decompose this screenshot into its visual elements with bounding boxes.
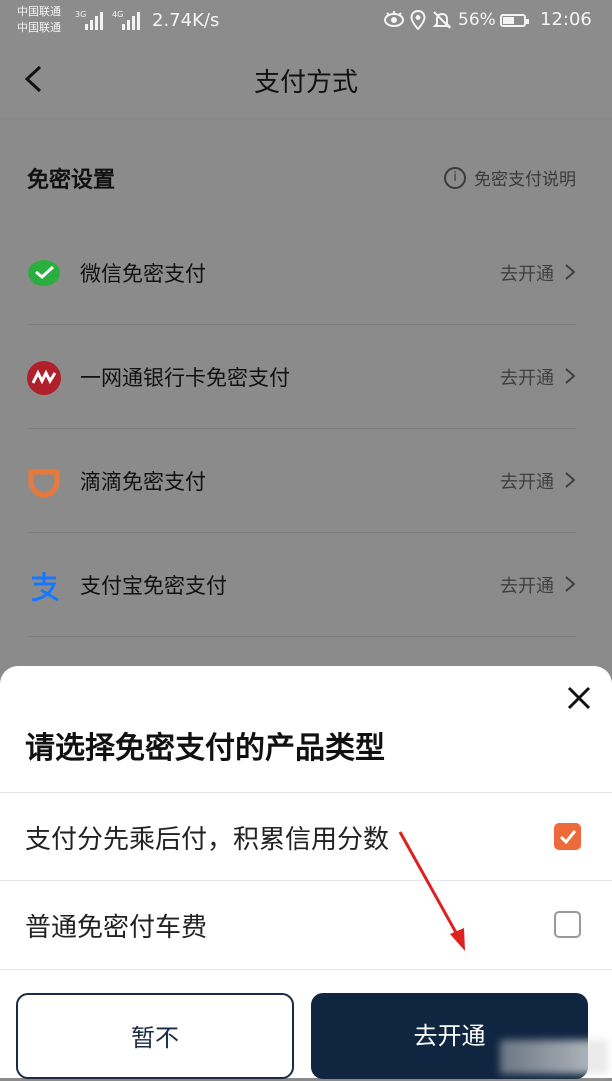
- watermark-blur: [500, 1040, 608, 1074]
- annotation-arrow-icon: [398, 831, 465, 951]
